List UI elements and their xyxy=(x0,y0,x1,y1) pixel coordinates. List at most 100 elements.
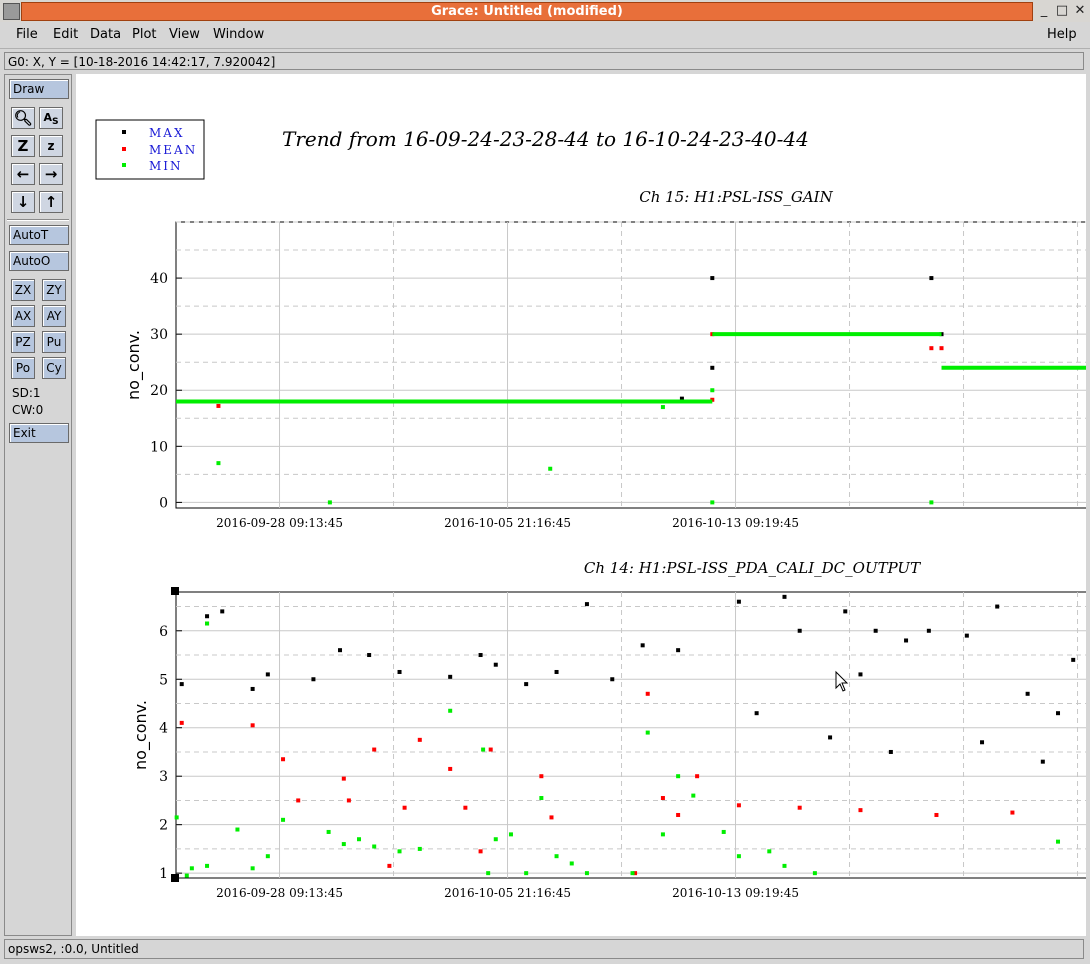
title-bar[interactable]: Grace: Untitled (modified) xyxy=(21,2,1033,21)
current-world-label: CW:0 xyxy=(12,403,44,417)
legend-marker-min xyxy=(122,163,126,167)
stack-depth-label: SD:1 xyxy=(12,386,41,400)
pu-button[interactable]: Pu xyxy=(42,331,66,353)
data-point xyxy=(812,871,817,876)
data-point xyxy=(995,604,1000,609)
menu-plot[interactable]: Plot xyxy=(132,27,157,42)
minimize-icon[interactable]: _ xyxy=(1036,3,1052,19)
data-point xyxy=(179,720,184,725)
menu-data[interactable]: Data xyxy=(90,27,121,42)
x-tick-label: 2016-10-13 09:19:45 xyxy=(672,886,799,900)
window-titlebar: Grace: Untitled (modified) _ □ ✕ xyxy=(0,0,1090,22)
data-point xyxy=(205,614,210,619)
data-point xyxy=(1010,810,1015,815)
data-point xyxy=(710,388,715,393)
data-point xyxy=(216,461,221,466)
y-axis-label: no_conv. xyxy=(124,330,144,400)
data-point xyxy=(179,682,184,687)
window-title: Grace: Untitled (modified) xyxy=(431,4,623,19)
x-ticks: 2016-09-28 09:13:45 2016-10-05 21:16:45 20… xyxy=(216,886,799,900)
ay-button[interactable]: AY xyxy=(42,305,66,327)
arrow-up-icon[interactable]: ↑ xyxy=(39,191,63,213)
graph-frame xyxy=(175,221,1086,509)
arrow-left-icon[interactable]: ← xyxy=(11,163,35,185)
data-point xyxy=(184,873,189,878)
data-point xyxy=(417,737,422,742)
data-point xyxy=(736,803,741,808)
data-point xyxy=(220,609,225,614)
data-point xyxy=(493,662,498,667)
data-point xyxy=(797,628,802,633)
menu-view[interactable]: View xyxy=(169,27,200,42)
graph-frame xyxy=(175,591,1086,879)
data-point xyxy=(326,829,331,834)
data-point xyxy=(448,766,453,771)
selection-handle[interactable] xyxy=(171,587,179,595)
arrow-right-icon[interactable]: → xyxy=(39,163,63,185)
menu-file[interactable]: File xyxy=(16,27,38,42)
autot-button[interactable]: AutoT xyxy=(9,225,69,245)
data-point xyxy=(640,643,645,648)
exit-button[interactable]: Exit xyxy=(9,423,69,443)
data-point xyxy=(235,827,240,832)
data-point xyxy=(478,849,483,854)
data-point xyxy=(539,796,544,801)
autoscale-text-icon[interactable]: AS xyxy=(39,107,63,129)
x-tick-label: 2016-09-28 09:13:45 xyxy=(216,516,343,530)
arrow-down-icon[interactable]: ↓ xyxy=(11,191,35,213)
data-point xyxy=(828,735,833,740)
data-point xyxy=(676,774,681,779)
data-point xyxy=(736,599,741,604)
data-point xyxy=(660,832,665,837)
zoom-icon[interactable]: 🔍︎ xyxy=(11,107,35,129)
data-point xyxy=(782,863,787,868)
data-point xyxy=(372,844,377,849)
plot-canvas[interactable]: MAX MEAN MIN Trend from 16-09-24-23-28-4… xyxy=(76,74,1086,936)
pz-button[interactable]: PZ xyxy=(11,331,35,353)
menu-help[interactable]: Help xyxy=(1047,27,1077,42)
zx-button[interactable]: ZX xyxy=(11,279,35,301)
graph-ch14: Ch 14: H1:PSL-ISS_PDA_CALI_DC_OUTPUT no_… xyxy=(131,559,1086,900)
menu-window[interactable]: Window xyxy=(213,27,264,42)
cy-button[interactable]: Cy xyxy=(42,357,66,379)
po-button[interactable]: Po xyxy=(11,357,35,379)
status-bar: opsws2, :0.0, Untitled xyxy=(4,939,1084,959)
data-point xyxy=(524,682,529,687)
maximize-icon[interactable]: □ xyxy=(1054,3,1070,19)
y-tick-label: 40 xyxy=(150,271,168,287)
data-point xyxy=(660,796,665,801)
x-ticks: 2016-09-28 09:13:45 2016-10-05 21:16:45 20… xyxy=(216,516,799,530)
data-point xyxy=(710,365,715,370)
menu-edit[interactable]: Edit xyxy=(53,27,78,42)
zoom-out-icon[interactable]: z xyxy=(39,135,63,157)
data-point xyxy=(417,846,422,851)
data-point xyxy=(695,774,700,779)
y-tick-label: 5 xyxy=(159,672,168,688)
y-tick-label: 10 xyxy=(150,439,168,455)
data-point xyxy=(858,808,863,813)
y-tick-label: 3 xyxy=(159,769,168,785)
ax-button[interactable]: AX xyxy=(11,305,35,327)
autoo-button[interactable]: AutoO xyxy=(9,251,69,271)
legend-marker-mean xyxy=(122,147,126,151)
y-tick-label: 20 xyxy=(150,383,168,399)
draw-button[interactable]: Draw xyxy=(9,79,69,99)
data-point xyxy=(402,805,407,810)
data-point xyxy=(341,842,346,847)
data-point xyxy=(858,672,863,677)
zoom-in-icon[interactable]: Z xyxy=(11,135,35,157)
close-icon[interactable]: ✕ xyxy=(1072,3,1088,19)
data-point xyxy=(341,776,346,781)
graph-ch15: Ch 15: H1:PSL-ISS_GAIN no_conv. 0 10 20 30 4… xyxy=(124,188,1086,530)
zy-button[interactable]: ZY xyxy=(42,279,66,301)
selection-handle[interactable] xyxy=(171,874,179,882)
data-point xyxy=(660,405,665,410)
data-point xyxy=(205,863,210,868)
legend-label-min: MIN xyxy=(149,159,183,173)
app-menu-icon[interactable] xyxy=(3,3,20,20)
data-point xyxy=(676,812,681,817)
graph-title: Ch 14: H1:PSL-ISS_PDA_CALI_DC_OUTPUT xyxy=(584,559,921,577)
data-point xyxy=(782,594,787,599)
data-point xyxy=(265,854,270,859)
data-point xyxy=(926,628,931,633)
